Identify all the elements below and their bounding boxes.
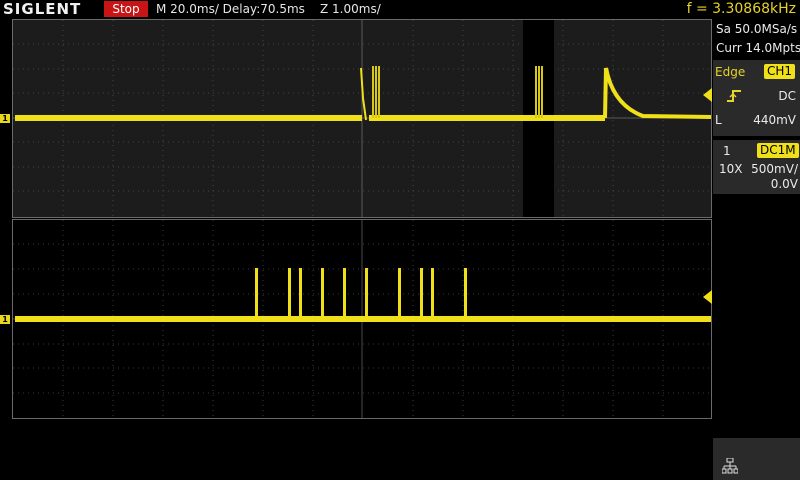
ch1-level-marker-zoom[interactable]: 1 bbox=[0, 315, 10, 324]
zoom-graticule bbox=[13, 220, 711, 418]
trigger-level-marker-zoom[interactable] bbox=[703, 290, 712, 304]
main-graticule bbox=[13, 20, 711, 217]
memory-depth: Curr 14.0Mpts bbox=[716, 41, 800, 55]
acquisition-info[interactable]: Sa 50.0MSa/s Curr 14.0Mpts bbox=[713, 19, 800, 59]
zoom-timebase-readout[interactable]: Z 1.00ms/ bbox=[320, 0, 381, 19]
network-icon bbox=[722, 458, 738, 474]
right-info-panel: Sa 50.0MSa/s Curr 14.0Mpts Edge CH1 DC L… bbox=[713, 19, 800, 480]
channel-coupling: DC1M bbox=[757, 143, 799, 158]
main-waveform-area[interactable] bbox=[12, 19, 712, 218]
probe-attenuation: 10X bbox=[719, 162, 743, 176]
network-status[interactable] bbox=[713, 438, 800, 480]
ch1-trace-zoom bbox=[15, 268, 711, 322]
timebase-readout[interactable]: M 20.0ms/ Delay:70.5ms bbox=[156, 0, 305, 19]
sample-rate: Sa 50.0MSa/s bbox=[716, 22, 798, 36]
ch1-trace-main bbox=[15, 66, 711, 121]
trigger-type: Edge bbox=[715, 65, 746, 79]
vertical-offset: 0.0V bbox=[770, 177, 798, 191]
zoom-waveform-area[interactable] bbox=[12, 219, 712, 419]
channel1-info[interactable]: 1 DC1M 10X 500mV/ 0.0V bbox=[713, 140, 800, 194]
run-stop-badge[interactable]: Stop bbox=[104, 1, 148, 17]
channel-number: 1 bbox=[723, 144, 731, 158]
rising-edge-icon bbox=[727, 90, 741, 102]
frequency-counter: f = 3.30868kHz bbox=[686, 1, 796, 17]
trigger-info[interactable]: Edge CH1 DC L 440mV bbox=[713, 60, 800, 136]
vertical-scale: 500mV/ bbox=[751, 162, 798, 176]
trigger-level-marker[interactable] bbox=[703, 88, 712, 102]
top-status-bar: SIGLENT Stop M 20.0ms/ Delay:70.5ms Z 1.… bbox=[0, 0, 800, 19]
ch1-level-marker-main[interactable]: 1 bbox=[0, 114, 10, 123]
brand-logo: SIGLENT bbox=[3, 0, 82, 18]
trigger-level-label: L bbox=[715, 113, 722, 127]
trigger-level: 440mV bbox=[753, 113, 796, 127]
trigger-source: CH1 bbox=[764, 64, 796, 79]
trigger-coupling: DC bbox=[778, 89, 796, 103]
